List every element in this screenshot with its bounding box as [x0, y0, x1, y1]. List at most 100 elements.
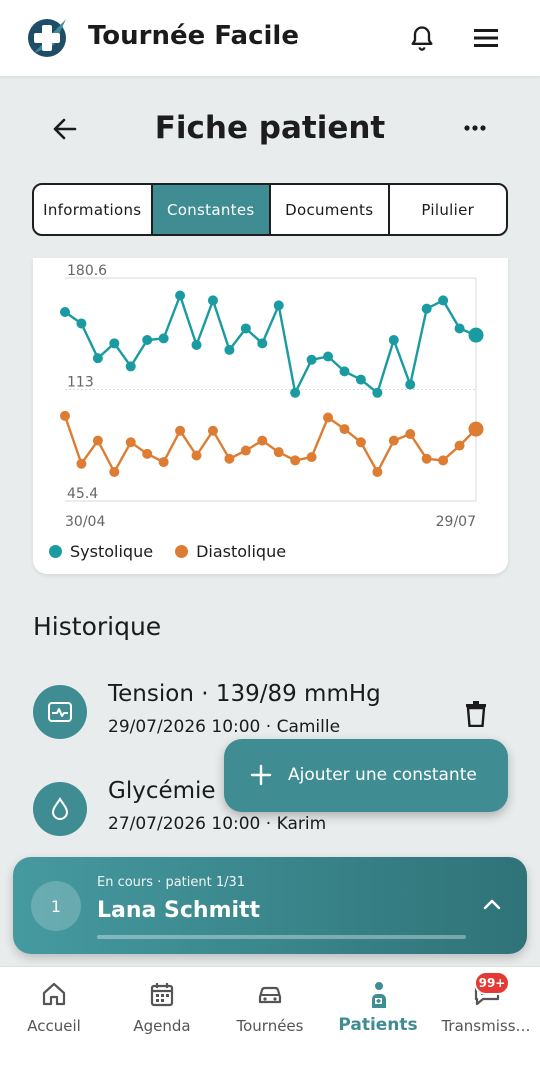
data-point [60, 410, 70, 421]
data-point [273, 300, 284, 311]
history-title: Historique [33, 612, 162, 641]
nav-label: Transmiss… [441, 1017, 531, 1035]
data-point [388, 335, 399, 346]
x-tick-label: 29/07 [436, 514, 476, 530]
data-point [388, 435, 399, 446]
chevron-up-icon[interactable] [481, 895, 503, 913]
bottom-navigation: Accueil Agenda Tournées Patients Transmi… [0, 966, 540, 1091]
tab-pilulier[interactable]: Pilulier [390, 185, 507, 234]
y-tick-label: 113 [67, 375, 94, 391]
patient-icon [372, 982, 386, 1008]
page-header: Fiche patient [0, 96, 540, 166]
nav-label: Patients [338, 1015, 418, 1035]
page-title: Fiche patient [154, 110, 386, 146]
more-options-icon[interactable] [460, 116, 490, 140]
data-point [468, 327, 484, 343]
legend-item-diastolic: Diastolique [175, 542, 286, 561]
data-point [191, 450, 202, 461]
data-point [454, 440, 465, 451]
history-item-title: Glycémie · [108, 778, 231, 804]
notification-bell-icon[interactable] [408, 24, 436, 52]
data-point [421, 453, 432, 464]
data-point [175, 290, 186, 301]
data-point [158, 457, 169, 468]
app-logo-icon [28, 19, 66, 57]
data-point [142, 335, 153, 346]
data-point [257, 435, 268, 446]
calendar-icon [150, 983, 174, 1007]
heart-monitor-icon [33, 685, 87, 739]
vitals-chart-card: 180.6 113 45.4 30/04 29/07 Systolique Diasto… [33, 258, 508, 574]
history-item-subtitle: 29/07/2026 10:00 · Camille [108, 717, 341, 737]
nav-label: Agenda [133, 1017, 191, 1035]
data-point [142, 448, 153, 459]
nav-item-tournees[interactable]: Tournées [216, 967, 324, 1047]
data-point [224, 344, 235, 355]
data-point [372, 466, 383, 477]
data-point [273, 447, 284, 458]
history-item-title: Tension · 139/89 mmHg [108, 681, 381, 707]
nav-label: Accueil [27, 1017, 81, 1035]
data-point [290, 455, 301, 466]
data-point [421, 303, 432, 314]
y-tick-label: 180.6 [67, 263, 107, 279]
data-point [224, 453, 235, 464]
drop-icon [33, 782, 87, 836]
data-point [323, 412, 334, 423]
data-point [92, 435, 103, 446]
menu-icon[interactable] [472, 26, 500, 50]
data-point [339, 424, 350, 435]
data-point [468, 421, 484, 437]
data-point [125, 437, 136, 448]
data-point [207, 295, 218, 306]
data-point [290, 387, 301, 398]
patient-order-number: 1 [31, 881, 81, 931]
nav-item-accueil[interactable]: Accueil [0, 967, 108, 1047]
tab-documents[interactable]: Documents [271, 185, 390, 234]
nav-label: Tournées [236, 1017, 304, 1035]
data-point [125, 361, 136, 372]
nav-item-patients[interactable]: Patients [324, 967, 432, 1047]
data-point [405, 379, 416, 390]
home-icon [42, 982, 66, 1006]
data-point [454, 323, 465, 334]
data-point [339, 366, 350, 377]
data-point [92, 353, 103, 364]
progress-bar [97, 935, 466, 939]
data-point [438, 455, 449, 466]
current-patient-banner[interactable]: 1 En cours · patient 1/31 Lana Schmitt [13, 857, 527, 954]
series-line [64, 294, 477, 395]
car-icon [258, 986, 282, 1004]
x-tick-label: 30/04 [65, 514, 105, 530]
legend-label-diastolic: Diastolique [196, 542, 287, 561]
data-point [240, 323, 251, 334]
data-point [60, 306, 70, 317]
data-point [175, 425, 186, 436]
notification-badge: 99+ [474, 971, 510, 995]
data-point [372, 387, 383, 398]
data-point [405, 429, 416, 440]
current-patient-name: Lana Schmitt [97, 898, 261, 923]
tab-informations[interactable]: Informations [34, 185, 153, 234]
data-point [109, 466, 120, 477]
legend-dot-systolic [49, 545, 62, 558]
delete-icon[interactable] [465, 701, 487, 727]
tab-constantes[interactable]: Constantes [152, 185, 271, 234]
chart-legend: Systolique Diastolique [49, 542, 308, 561]
data-point [191, 339, 202, 350]
data-point [355, 374, 366, 385]
data-point [306, 452, 317, 463]
data-point [109, 338, 120, 349]
plus-icon [250, 764, 272, 786]
data-point [76, 458, 87, 469]
top-app-bar: Tournée Facile [0, 0, 540, 76]
data-point [76, 318, 87, 329]
y-tick-label: 45.4 [67, 486, 98, 502]
tab-bar: Informations Constantes Documents Piluli… [32, 183, 508, 236]
add-vital-button[interactable]: Ajouter une constante [224, 739, 508, 812]
current-status: En cours · patient 1/31 [97, 875, 246, 890]
legend-dot-diastolic [175, 545, 189, 558]
app-title: Tournée Facile [88, 21, 299, 51]
history-item-subtitle: 27/07/2026 10:00 · Karim [108, 814, 327, 834]
nav-item-agenda[interactable]: Agenda [108, 967, 216, 1047]
